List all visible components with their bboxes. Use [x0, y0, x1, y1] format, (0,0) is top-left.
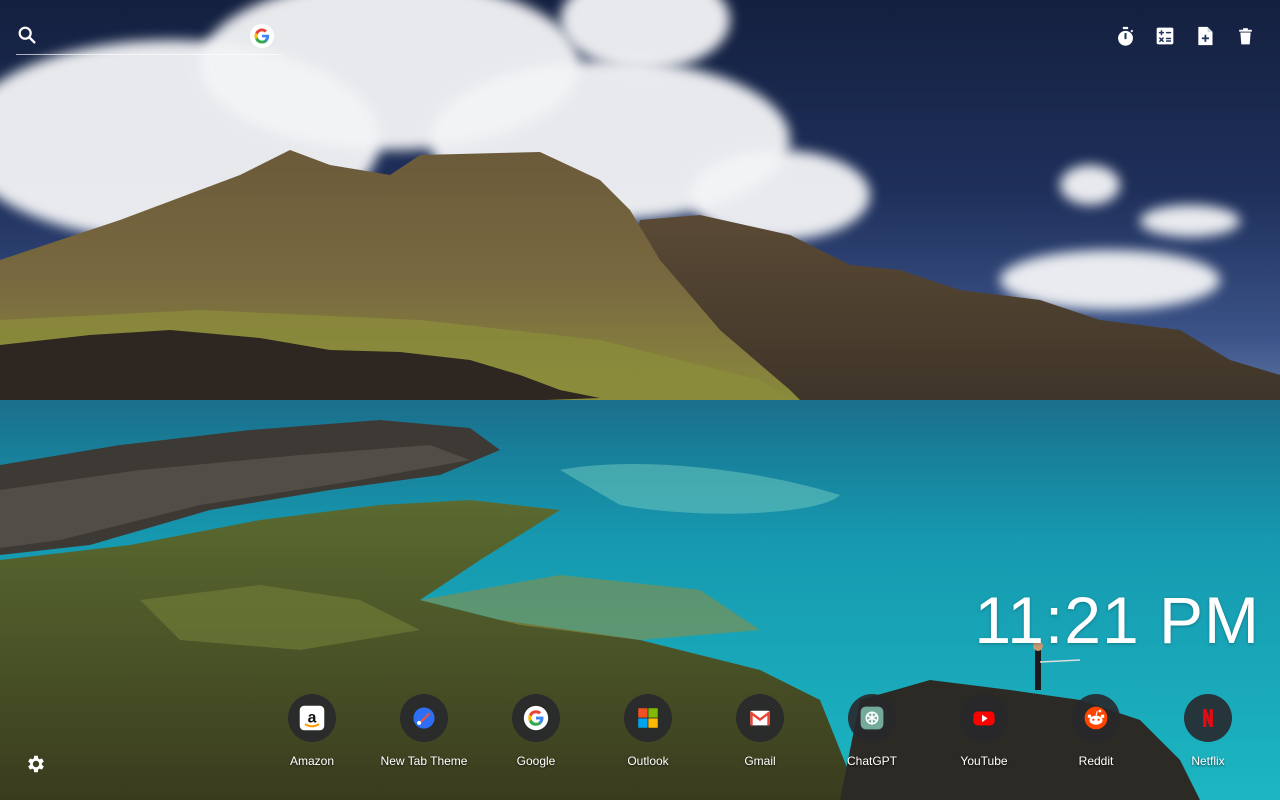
netflix-icon[interactable] [1184, 694, 1232, 742]
top-toolbar [1114, 24, 1256, 48]
new-tab-theme-icon[interactable] [400, 694, 448, 742]
chatgpt-icon[interactable] [848, 694, 896, 742]
shortcut-label: Reddit [1078, 754, 1114, 768]
shortcut-label: YouTube [960, 754, 1008, 768]
trash-icon[interactable] [1234, 24, 1256, 48]
shortcut-label: New Tab Theme [380, 754, 468, 768]
clock-time: 11:21 PM [974, 583, 1260, 657]
shortcut-reddit[interactable]: Reddit [1046, 694, 1146, 768]
shortcut-label: Outlook [627, 754, 669, 768]
gear-icon[interactable] [25, 753, 47, 775]
wallpaper-background [0, 0, 1280, 800]
shortcut-youtube[interactable]: YouTube [934, 694, 1034, 768]
shortcut-chatgpt[interactable]: ChatGPT [822, 694, 922, 768]
youtube-icon[interactable] [960, 694, 1008, 742]
amazon-icon[interactable]: a [288, 694, 336, 742]
search-icon[interactable] [16, 24, 38, 46]
shortcut-new-tab-theme[interactable]: New Tab Theme [374, 694, 474, 768]
shortcut-label: Netflix [1191, 754, 1225, 768]
google-icon[interactable] [250, 24, 274, 48]
google-icon[interactable] [512, 694, 560, 742]
svg-text:a: a [308, 709, 317, 726]
shortcut-label: Gmail [744, 754, 776, 768]
search-input[interactable] [46, 22, 240, 52]
shortcut-label: Amazon [289, 754, 335, 768]
shortcut-label: ChatGPT [846, 754, 897, 768]
shortcut-netflix[interactable]: Netflix [1158, 694, 1258, 768]
outlook-icon[interactable] [624, 694, 672, 742]
shortcut-gmail[interactable]: Gmail [710, 694, 810, 768]
gmail-icon[interactable] [736, 694, 784, 742]
note-add-icon[interactable] [1194, 24, 1216, 48]
shortcut-outlook[interactable]: Outlook [598, 694, 698, 768]
search-bar[interactable] [16, 20, 282, 55]
reddit-icon[interactable] [1072, 694, 1120, 742]
timer-icon[interactable] [1114, 24, 1136, 48]
shortcut-label: Google [516, 754, 556, 768]
landscape [0, 150, 1280, 800]
shortcut-amazon[interactable]: a Amazon [262, 694, 362, 768]
calculator-icon[interactable] [1154, 24, 1176, 48]
shortcut-google[interactable]: Google [486, 694, 586, 768]
